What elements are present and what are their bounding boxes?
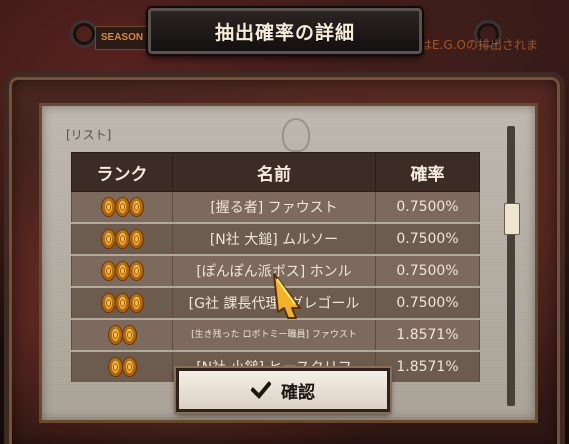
rate-cell: 0.7500% [375, 287, 480, 320]
list-caption: [リスト] [66, 128, 112, 142]
rate-column-header: 確率 [375, 152, 480, 192]
rank-gem-icon [115, 294, 129, 312]
rank-gem-icon [115, 198, 129, 216]
background-notice-text: はE.G.Oの排出されま [420, 38, 538, 52]
scrollbar-track[interactable] [507, 126, 515, 406]
rank-cell [71, 223, 173, 256]
rank-icons [101, 230, 143, 248]
rank-gem-icon [101, 294, 115, 312]
rank-cell [71, 287, 173, 320]
rank-cell [71, 191, 173, 224]
rank-gem-icon [101, 198, 115, 216]
rank-cell [71, 255, 173, 288]
rank-gem-icon [101, 230, 115, 248]
rank-gem-icon [115, 230, 129, 248]
rank-gem-icon [122, 358, 136, 376]
cursor-pointer-icon [273, 273, 301, 319]
gear-icon [70, 20, 98, 48]
name-column-header: 名前 [172, 152, 376, 192]
rank-icons [101, 294, 143, 312]
scrollbar-thumb[interactable] [504, 203, 520, 235]
rank-cell [71, 319, 173, 352]
dialog-header: 抽出確率の詳細 [148, 8, 422, 54]
check-icon [251, 381, 271, 399]
table-row: [生き残った ロボトミー職員] ファウスト 1.8571% [71, 319, 480, 352]
rank-icons [101, 198, 143, 216]
rank-column-header: ランク [71, 152, 173, 192]
confirm-label: 確認 [281, 382, 315, 403]
rank-icons [108, 326, 136, 344]
rate-cell: 0.7500% [375, 223, 480, 256]
rank-gem-icon [122, 326, 136, 344]
table-row: [握る者] ファウスト 0.7500% [71, 191, 480, 224]
table-header-row: ランク 名前 確率 [71, 152, 480, 192]
rank-cell [71, 351, 173, 384]
rate-cell: 1.8571% [375, 351, 480, 384]
rank-icons [101, 262, 143, 280]
rank-icons [108, 358, 136, 376]
gacha-rate-screen: SEASON はE.G.Oの排出されま 抽出確率の詳細 [リスト] ランク 名前… [0, 0, 569, 444]
rank-gem-icon [129, 294, 143, 312]
background-season-sign: SEASON [95, 26, 149, 50]
table-row: [N社 大鎚] ムルソー 0.7500% [71, 223, 480, 256]
rate-table: ランク 名前 確率 [握る者] ファウスト 0.7500% [N社 大鎚] ムル… [71, 152, 480, 384]
rate-cell: 0.7500% [375, 191, 480, 224]
name-cell: [握る者] ファウスト [172, 191, 376, 224]
name-cell: [N社 大鎚] ムルソー [172, 223, 376, 256]
rank-gem-icon [129, 198, 143, 216]
rank-gem-icon [101, 262, 115, 280]
rank-gem-icon [108, 358, 122, 376]
rank-gem-icon [129, 262, 143, 280]
rank-gem-icon [115, 262, 129, 280]
dialog-title: 抽出確率の詳細 [214, 21, 355, 44]
rank-gem-icon [129, 230, 143, 248]
confirm-button[interactable]: 確認 [176, 368, 390, 412]
rank-gem-icon [108, 326, 122, 344]
rate-cell: 0.7500% [375, 255, 480, 288]
name-cell: [生き残った ロボトミー職員] ファウスト [172, 319, 376, 352]
watermark-emblem [282, 118, 310, 152]
rate-cell: 1.8571% [375, 319, 480, 352]
